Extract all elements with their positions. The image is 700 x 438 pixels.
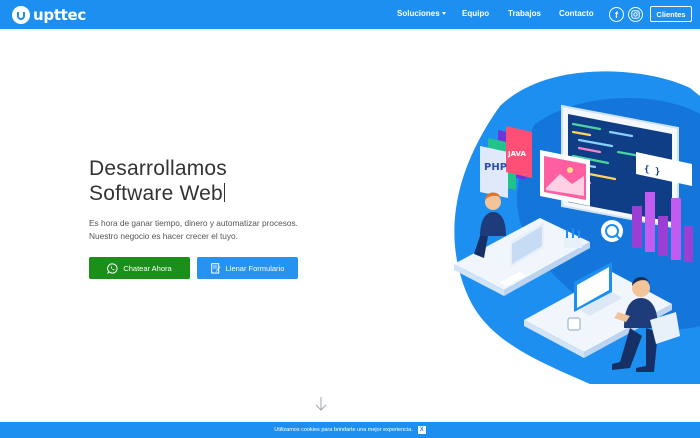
- llenar-formulario-button[interactable]: Llenar Formulario: [197, 257, 298, 279]
- instagram-glyph: [631, 10, 640, 19]
- cookie-banner: Utilizamos cookies para brindarte una me…: [0, 422, 700, 438]
- form-edit-icon: [210, 262, 220, 274]
- nav-item-soluciones-label: Soluciones: [397, 9, 440, 18]
- facebook-icon[interactable]: f: [609, 7, 624, 22]
- hero-description: Es hora de ganar tiempo, dinero y automa…: [89, 218, 298, 241]
- hero-headline: Desarrollamos Software Web: [89, 156, 227, 206]
- chatear-ahora-button[interactable]: Chatear Ahora: [89, 257, 190, 279]
- chevron-down-icon: [441, 12, 446, 15]
- top-navbar: upttec Soluciones Equipo Trabajos Contac…: [0, 0, 700, 29]
- java-label: JAVA: [507, 150, 526, 158]
- nav-item-contacto[interactable]: Contacto: [559, 9, 594, 18]
- brand-name: upttec: [33, 6, 87, 24]
- llenar-formulario-label: Llenar Formulario: [225, 263, 285, 273]
- headline-line-2: Software Web: [89, 182, 223, 205]
- hero-illustration: { } PHP JAVA: [454, 71, 700, 384]
- php-label: PHP: [484, 162, 507, 173]
- typing-cursor: [223, 183, 226, 202]
- brand-logo[interactable]: upttec: [12, 5, 86, 25]
- cookie-close-button[interactable]: X: [417, 426, 426, 434]
- scroll-down-arrow-icon[interactable]: [314, 396, 328, 412]
- facebook-glyph: f: [615, 9, 618, 20]
- cookie-text: Utilizamos cookies para brindarte una me…: [274, 427, 413, 433]
- instagram-icon[interactable]: [628, 7, 643, 22]
- magnifier-graphic: [601, 220, 623, 242]
- whatsapp-icon: [107, 262, 118, 274]
- headline-line-1: Desarrollamos: [89, 157, 227, 180]
- nav-item-trabajos[interactable]: Trabajos: [508, 9, 541, 18]
- chatear-ahora-label: Chatear Ahora: [123, 263, 172, 273]
- clientes-button[interactable]: Clientes: [650, 6, 692, 22]
- logo-mark-icon: [12, 6, 30, 24]
- nav-item-soluciones[interactable]: Soluciones: [397, 9, 446, 18]
- nav-item-equipo[interactable]: Equipo: [462, 9, 489, 18]
